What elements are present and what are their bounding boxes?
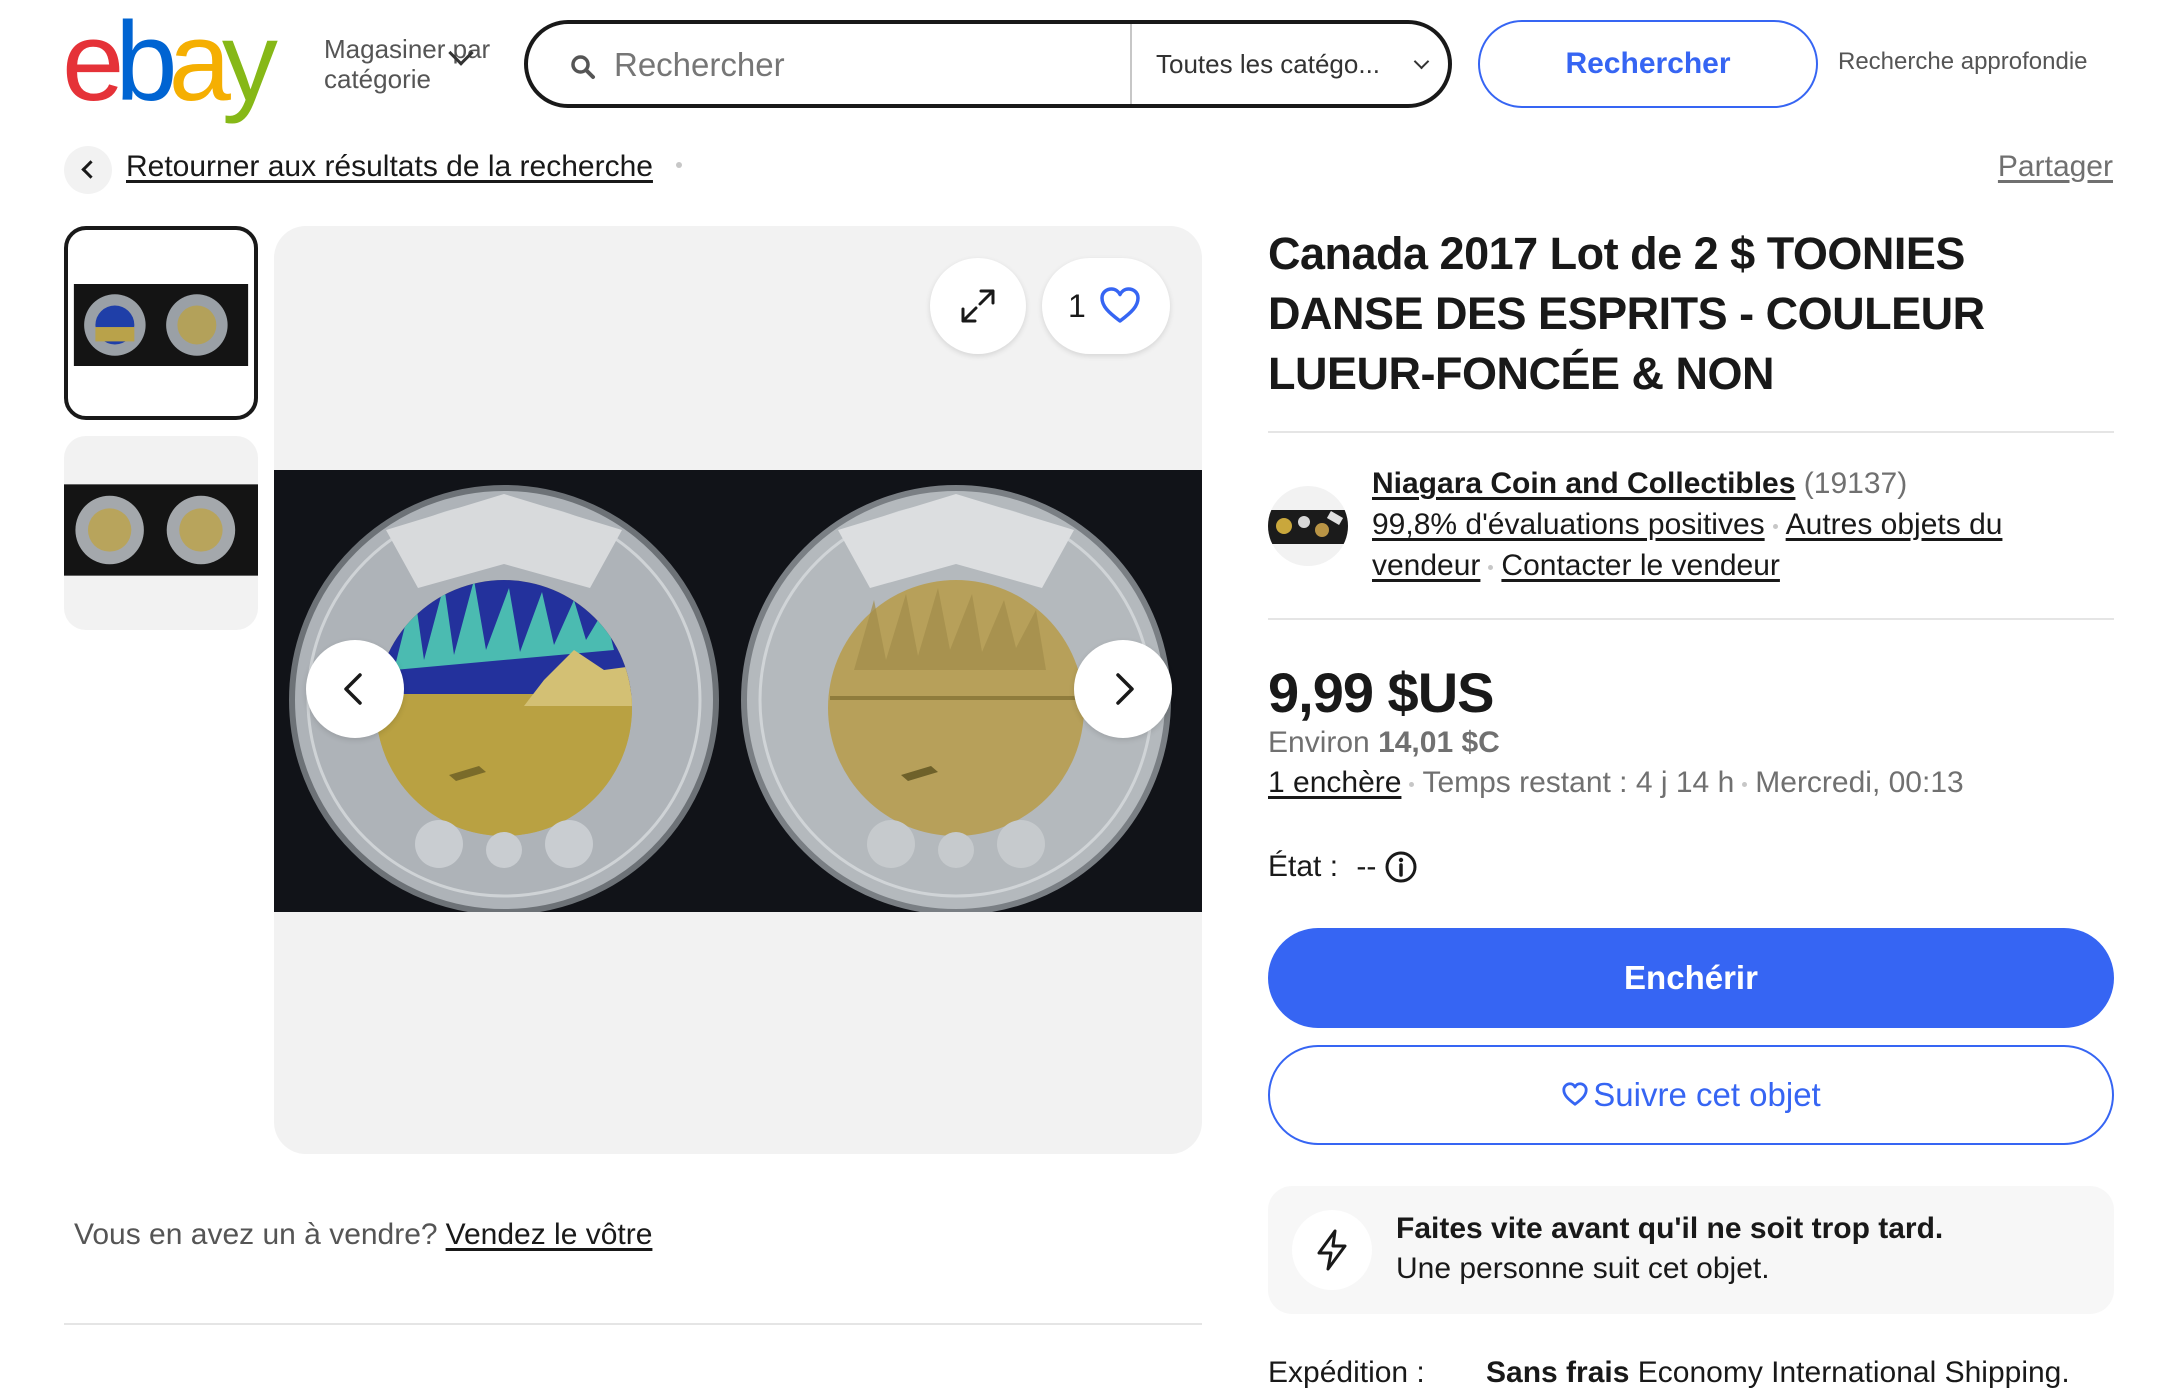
info-icon[interactable] bbox=[1384, 850, 1418, 884]
seller-positive-feedback-link[interactable]: 99,8% d'évaluations positives bbox=[1372, 508, 1765, 541]
separator-dot bbox=[1772, 523, 1778, 529]
watch-item-label: Suivre cet objet bbox=[1593, 1076, 1821, 1113]
end-time: Mercredi, 00:13 bbox=[1755, 766, 1964, 799]
watch-heart-button[interactable]: 1 bbox=[1042, 258, 1170, 354]
thumbnail-image-2 bbox=[64, 484, 258, 576]
seller-feedback-count: (19137) bbox=[1803, 467, 1908, 500]
seller-logo-image bbox=[1268, 510, 1348, 544]
search-button[interactable]: Rechercher bbox=[1478, 20, 1818, 108]
watch-count: 1 bbox=[1068, 288, 1086, 324]
divider bbox=[1268, 618, 2114, 620]
condition-label: État : bbox=[1268, 850, 1339, 883]
back-button[interactable] bbox=[64, 146, 112, 194]
fullscreen-button[interactable] bbox=[930, 258, 1026, 354]
chevron-right-icon bbox=[1116, 673, 1134, 705]
shop-by-category-button[interactable]: Magasiner par catégorie bbox=[324, 34, 504, 94]
main-image-viewer[interactable]: 1 bbox=[274, 226, 1202, 1154]
sell-yours-row: Vous en avez un à vendre? Vendez le vôtre bbox=[74, 1218, 652, 1252]
contact-seller-link[interactable]: Contacter le vendeur bbox=[1501, 549, 1780, 582]
heart-icon bbox=[1562, 1082, 1588, 1106]
lightning-bolt-icon bbox=[1317, 1229, 1347, 1271]
chevron-left-icon bbox=[344, 673, 362, 705]
separator-dot bbox=[676, 162, 682, 168]
category-select-value: Toutes les catégo... bbox=[1156, 49, 1381, 79]
approx-price: Environ 14,01 $C bbox=[1268, 726, 1500, 760]
chevron-left-icon bbox=[81, 160, 100, 179]
separator-dot bbox=[1488, 564, 1494, 570]
category-select[interactable]: Toutes les catégo... bbox=[1156, 42, 1446, 86]
separator-dot bbox=[1409, 781, 1415, 787]
search-input[interactable] bbox=[614, 40, 1114, 90]
seller-avatar[interactable] bbox=[1268, 486, 1348, 566]
urgency-detail: Une personne suit cet objet. bbox=[1396, 1252, 1770, 1285]
divider bbox=[1268, 431, 2114, 433]
next-image-button[interactable] bbox=[1074, 640, 1172, 738]
shop-by-category-label: Magasiner par catégorie bbox=[324, 34, 491, 94]
advanced-search-link[interactable]: Recherche approfondie bbox=[1838, 48, 2088, 76]
previous-image-button[interactable] bbox=[306, 640, 404, 738]
approx-prefix: Environ bbox=[1268, 726, 1370, 759]
condition-row: État : -- bbox=[1268, 850, 1376, 884]
chevron-down-icon bbox=[1413, 53, 1430, 70]
expand-icon bbox=[961, 289, 995, 323]
shipping-value: Sans frais Economy International Shippin… bbox=[1486, 1356, 2070, 1390]
seller-info: Niagara Coin and Collectibles (19137) 99… bbox=[1372, 463, 2092, 586]
shipping-label: Expédition : bbox=[1268, 1356, 1425, 1389]
search-bar: Toutes les catégo... bbox=[524, 20, 1452, 108]
thumbnail-image-1 bbox=[73, 284, 249, 366]
watch-item-button[interactable]: Suivre cet objet bbox=[1268, 1045, 2114, 1145]
search-icon bbox=[571, 55, 595, 79]
bid-info-row: 1 enchère Temps restant : 4 j 14 h Mercred… bbox=[1268, 766, 1964, 800]
urgency-headline: Faites vite avant qu'il ne soit trop tar… bbox=[1396, 1212, 1944, 1245]
current-price: 9,99 $US bbox=[1268, 661, 1494, 724]
heart-icon bbox=[1100, 287, 1140, 323]
time-left: Temps restant : 4 j 14 h bbox=[1422, 766, 1735, 799]
sell-yours-link[interactable]: Vendez le vôtre bbox=[446, 1218, 653, 1251]
approx-value: 14,01 $C bbox=[1378, 726, 1500, 759]
logo-letter-y: y bbox=[221, 0, 278, 124]
search-divider bbox=[1130, 24, 1132, 104]
shipping-method: Economy International Shipping. bbox=[1637, 1356, 2070, 1389]
gallery-thumbnail-1[interactable] bbox=[64, 226, 258, 420]
ebay-logo[interactable]: ebay bbox=[62, 6, 302, 118]
bid-count-link[interactable]: 1 enchère bbox=[1268, 766, 1401, 799]
logo-letter-b: b bbox=[115, 0, 177, 124]
listing-title: Canada 2017 Lot de 2 $ TOONIES DANSE DES… bbox=[1268, 228, 1985, 399]
urgency-banner: Faites vite avant qu'il ne soit trop tar… bbox=[1268, 1186, 2114, 1314]
coin-photo bbox=[274, 470, 1202, 912]
logo-letter-e: e bbox=[62, 0, 124, 124]
divider bbox=[64, 1323, 1202, 1325]
gallery-thumbnail-2[interactable] bbox=[64, 436, 258, 630]
back-to-results-link[interactable]: Retourner aux résultats de la recherche bbox=[126, 150, 653, 184]
share-link[interactable]: Partager bbox=[1998, 150, 2113, 184]
urgency-icon-wrap bbox=[1292, 1210, 1372, 1290]
condition-value: -- bbox=[1356, 850, 1377, 883]
seller-name-link[interactable]: Niagara Coin and Collectibles bbox=[1372, 467, 1795, 500]
separator-dot bbox=[1742, 781, 1748, 787]
logo-letter-a: a bbox=[168, 0, 231, 124]
shipping-free: Sans frais bbox=[1486, 1356, 1630, 1389]
place-bid-button[interactable]: Enchérir bbox=[1268, 928, 2114, 1028]
sell-prompt: Vous en avez un à vendre? bbox=[74, 1218, 438, 1251]
